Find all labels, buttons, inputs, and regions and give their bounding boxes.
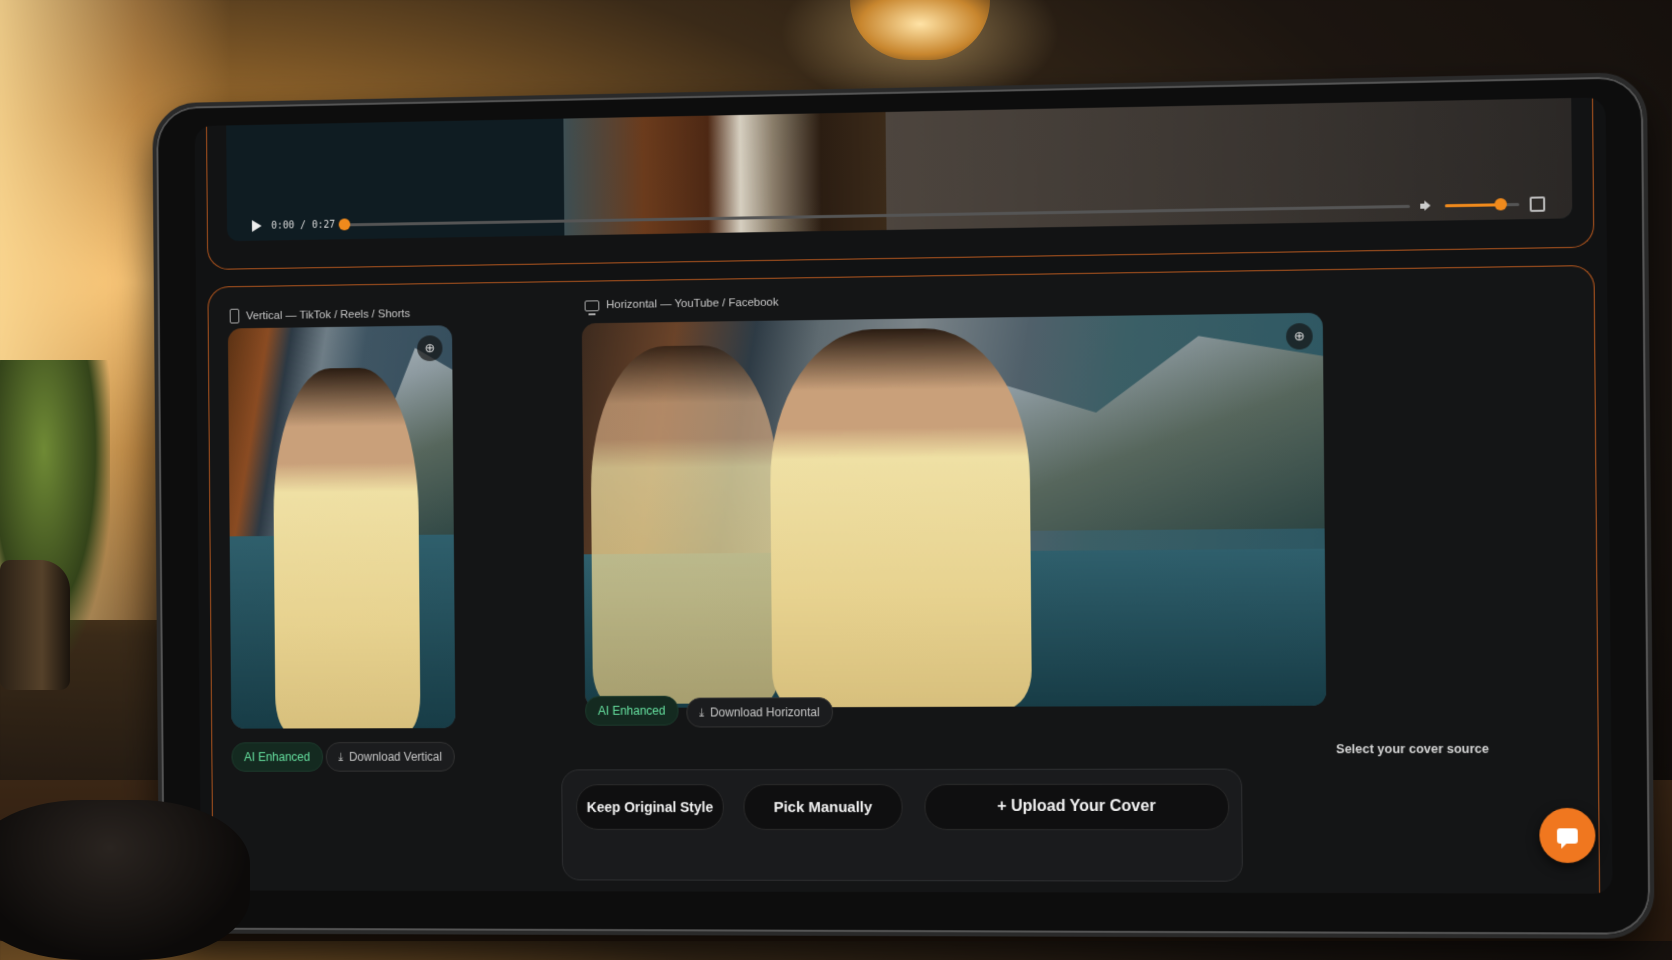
chat-icon — [1557, 828, 1578, 843]
cover-source-bar: Keep Original Style Pick Manually + Uplo… — [561, 769, 1243, 882]
keep-original-style-button[interactable]: Keep Original Style — [576, 784, 724, 830]
upload-cover-button[interactable]: + Upload Your Cover — [924, 784, 1229, 830]
cover-source-prompt: Select your cover source — [1336, 742, 1489, 756]
download-icon: ⤓ — [699, 706, 704, 719]
volume-fill — [1445, 203, 1501, 207]
vertical-format-label: Vertical — TikTok / Reels / Shorts — [230, 306, 411, 323]
background-mug — [0, 800, 250, 960]
play-icon[interactable] — [252, 220, 262, 232]
volume-slider[interactable] — [1445, 202, 1519, 206]
vertical-cover-image[interactable]: ⊕ — [228, 325, 456, 728]
vertical-ai-badge: AI Enhanced — [231, 742, 322, 772]
horizontal-label-text: Horizontal — YouTube / Facebook — [606, 297, 778, 311]
horizontal-cover-image[interactable]: ⊕ — [582, 313, 1326, 708]
zoom-icon[interactable]: ⊕ — [417, 335, 442, 361]
monitor-icon — [585, 300, 600, 311]
video-player-panel: 0:00 / 0:27 — [206, 97, 1594, 270]
volume-icon[interactable] — [1420, 200, 1434, 210]
fullscreen-icon[interactable] — [1530, 196, 1546, 212]
progress-knob[interactable] — [339, 218, 351, 230]
download-vertical-button[interactable]: ⤓ Download Vertical — [326, 742, 455, 772]
download-horizontal-label: Download Horizontal — [710, 705, 820, 719]
download-icon: ⤓ — [338, 751, 343, 764]
app-screen: 0:00 / 0:27 Vertical — TikTok / Reels / … — [195, 97, 1613, 893]
cover-results-panel: Vertical — TikTok / Reels / Shorts ⊕ AI … — [207, 265, 1600, 894]
pick-manually-button[interactable]: Pick Manually — [743, 784, 902, 830]
horizontal-ai-badge: AI Enhanced — [585, 696, 678, 726]
volume-knob[interactable] — [1494, 198, 1507, 210]
chat-button[interactable] — [1539, 808, 1596, 863]
vertical-label-text: Vertical — TikTok / Reels / Shorts — [246, 308, 410, 322]
download-horizontal-button[interactable]: ⤓ Download Horizontal — [686, 697, 832, 727]
download-vertical-label: Download Vertical — [349, 750, 442, 764]
video-frame[interactable]: 0:00 / 0:27 — [226, 97, 1572, 241]
person-figure — [272, 367, 420, 728]
person-figure — [769, 327, 1032, 708]
horizontal-format-label: Horizontal — YouTube / Facebook — [585, 297, 779, 312]
phone-icon — [230, 309, 240, 324]
tablet-device: 0:00 / 0:27 Vertical — TikTok / Reels / … — [152, 72, 1654, 939]
video-time: 0:00 / 0:27 — [271, 219, 335, 231]
zoom-icon[interactable]: ⊕ — [1286, 323, 1313, 350]
person-reflection — [590, 344, 780, 703]
background-plant-pot — [0, 560, 70, 690]
